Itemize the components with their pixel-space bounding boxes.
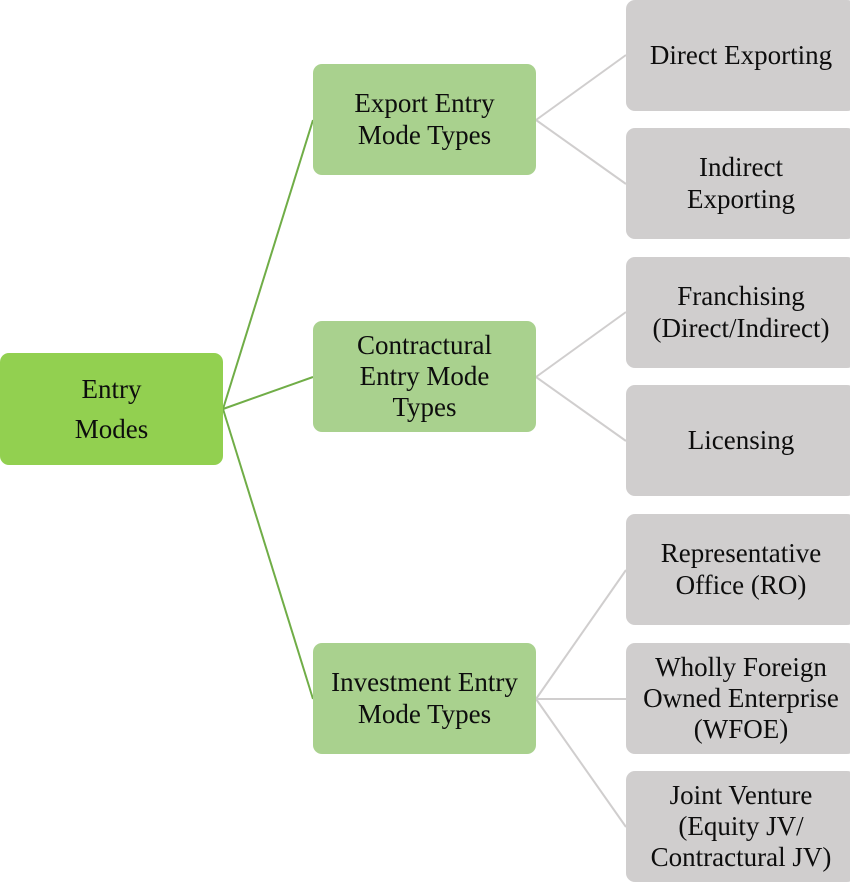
leaf-node-label: Wholly Foreign Owned Enterprise (WFOE) xyxy=(643,651,839,745)
category-node-investment: Investment Entry Mode Types xyxy=(313,643,536,754)
connector-export-to-direct-exporting xyxy=(535,54,627,121)
leaf-node-label: Licensing xyxy=(687,424,795,455)
connector-contractural-to-licensing xyxy=(535,376,627,442)
leaf-node-label: Direct Exporting xyxy=(649,39,833,70)
root-node-label: Entry Modes xyxy=(74,373,149,445)
category-node-label: Contractural Entry Mode Types xyxy=(357,329,492,423)
connector-investment-to-joint-venture xyxy=(535,698,627,828)
connector-export-to-indirect-exporting xyxy=(535,119,627,185)
category-node-export: Export Entry Mode Types xyxy=(313,64,536,175)
leaf-node-label: Joint Venture (Equity JV/ Contractural J… xyxy=(650,779,832,873)
leaf-node-licensing: Licensing xyxy=(626,385,850,496)
leaf-node-wfoe: Wholly Foreign Owned Enterprise (WFOE) xyxy=(626,643,850,754)
connector-root-to-contractural xyxy=(222,376,314,410)
leaf-node-label: Franchising (Direct/Indirect) xyxy=(652,281,830,343)
category-node-label: Export Entry Mode Types xyxy=(354,88,495,150)
connector-contractural-to-franchising xyxy=(535,311,627,378)
connector-root-to-export xyxy=(222,119,314,410)
leaf-node-representative-office: Representative Office (RO) xyxy=(626,514,850,625)
leaf-node-label: Representative Office (RO) xyxy=(660,538,822,600)
leaf-node-franchising: Franchising (Direct/Indirect) xyxy=(626,257,850,368)
connector-investment-to-representative-office xyxy=(535,569,627,700)
connector-root-to-investment xyxy=(222,408,314,700)
category-node-contractural: Contractural Entry Mode Types xyxy=(313,321,536,432)
leaf-node-indirect-exporting: Indirect Exporting xyxy=(626,128,850,239)
category-node-label: Investment Entry Mode Types xyxy=(331,667,518,729)
leaf-node-direct-exporting: Direct Exporting xyxy=(626,0,850,111)
root-node-entry-modes: Entry Modes xyxy=(0,353,223,465)
entry-modes-diagram: Entry Modes Export Entry Mode Types Cont… xyxy=(0,0,850,883)
leaf-node-label: Indirect Exporting xyxy=(687,152,795,214)
leaf-node-joint-venture: Joint Venture (Equity JV/ Contractural J… xyxy=(626,771,850,882)
